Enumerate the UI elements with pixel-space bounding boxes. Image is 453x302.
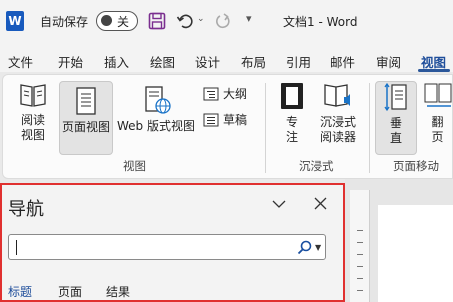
nav-search-input[interactable]: ▼ bbox=[8, 234, 326, 260]
tab-file[interactable]: 文件 bbox=[8, 52, 33, 71]
side-to-side-label-1: 翻 bbox=[431, 115, 444, 129]
ruler-tick bbox=[357, 254, 363, 255]
web-layout-button[interactable]: Web 版式视图 bbox=[115, 81, 197, 155]
read-mode-button[interactable]: 阅读 视图 bbox=[9, 81, 57, 155]
tab-references[interactable]: 引用 bbox=[286, 52, 311, 71]
focus-icon bbox=[281, 83, 303, 109]
close-icon[interactable] bbox=[314, 197, 327, 210]
immersive-reader-label-2: 阅读器 bbox=[319, 130, 356, 144]
focus-label-1: 专 bbox=[285, 115, 298, 129]
immersive-reader-icon bbox=[324, 84, 350, 107]
tab-draw[interactable]: 绘图 bbox=[150, 52, 175, 71]
tab-design[interactable]: 设计 bbox=[195, 52, 220, 71]
outline-icon bbox=[203, 87, 219, 100]
web-layout-label: Web 版式视图 bbox=[117, 119, 195, 133]
autosave-toggle[interactable]: 关 bbox=[96, 11, 138, 31]
ruler-tick bbox=[357, 266, 363, 267]
text-caret bbox=[16, 240, 17, 255]
save-icon[interactable] bbox=[148, 12, 166, 30]
focus-label-2: 注 bbox=[285, 130, 298, 144]
tab-home[interactable]: 开始 bbox=[58, 52, 83, 71]
print-layout-button[interactable]: 页面视图 bbox=[59, 81, 113, 155]
chevron-down-icon[interactable] bbox=[272, 197, 286, 211]
immersive-reader-button[interactable]: 沉浸式 阅读器 bbox=[313, 81, 363, 155]
immersive-group-label: 沉浸式 bbox=[299, 159, 334, 173]
tab-layout[interactable]: 布局 bbox=[241, 52, 266, 71]
page-movement-group-label: 页面移动 bbox=[393, 159, 439, 173]
read-mode-label-1: 阅读 bbox=[20, 113, 45, 127]
web-page-icon bbox=[145, 86, 171, 114]
ribbon: 阅读 视图 页面视图 Web 版式视图 大纲 草稿 视图 专 注 沉浸式 阅读器… bbox=[2, 74, 453, 179]
search-options-dropdown-icon[interactable]: ▼ bbox=[315, 243, 321, 252]
book-icon bbox=[20, 84, 46, 107]
outline-label: 大纲 bbox=[223, 87, 248, 101]
immersive-reader-label-1: 沉浸式 bbox=[319, 115, 356, 129]
vertical-label-2: 直 bbox=[389, 131, 402, 145]
tab-review[interactable]: 审阅 bbox=[376, 52, 401, 71]
focus-button[interactable]: 专 注 bbox=[273, 81, 311, 155]
group-separator bbox=[369, 83, 370, 173]
tab-mailings[interactable]: 邮件 bbox=[330, 52, 355, 71]
draft-button[interactable]: 草稿 bbox=[203, 111, 247, 128]
ruler-tick bbox=[357, 242, 363, 243]
toggle-knob bbox=[101, 15, 112, 26]
side-to-side-label-2: 页 bbox=[431, 130, 444, 144]
page-icon bbox=[76, 87, 96, 115]
ribbon-tabs: 文件 开始 插入 绘图 设计 布局 引用 邮件 审阅 视图 bbox=[0, 42, 453, 72]
ruler-tick bbox=[357, 278, 363, 279]
ruler-tick bbox=[357, 290, 363, 291]
document-title: 文档1 - Word bbox=[283, 15, 358, 29]
vertical-label-1: 垂 bbox=[389, 116, 402, 130]
outline-button[interactable]: 大纲 bbox=[203, 85, 247, 102]
navigation-pane: 导航 ▼ 标题 页面 结果 bbox=[0, 183, 345, 302]
draft-icon bbox=[203, 113, 219, 126]
vertical-ruler bbox=[350, 190, 370, 302]
vertical-button[interactable]: 垂 直 bbox=[375, 81, 417, 155]
undo-dropdown-icon[interactable]: ⌄ bbox=[197, 14, 205, 24]
nav-tab-pages[interactable]: 页面 bbox=[58, 283, 82, 300]
view-group-label: 视图 bbox=[123, 159, 146, 173]
group-separator bbox=[265, 83, 266, 173]
undo-icon[interactable] bbox=[176, 12, 194, 30]
title-bar: W 自动保存 关 ⌄ ▾ 文档1 - Word bbox=[0, 0, 453, 42]
read-mode-label-2: 视图 bbox=[20, 128, 45, 142]
autosave-label: 自动保存 bbox=[40, 15, 89, 29]
tab-insert[interactable]: 插入 bbox=[104, 52, 129, 71]
nav-tab-results[interactable]: 结果 bbox=[106, 283, 130, 300]
nav-pane-title: 导航 bbox=[8, 199, 44, 220]
side-to-side-button[interactable]: 翻 页 bbox=[421, 81, 453, 155]
ruler-tick bbox=[357, 230, 363, 231]
search-icon[interactable] bbox=[297, 240, 312, 255]
document-page[interactable] bbox=[378, 205, 453, 302]
autosave-state: 关 bbox=[117, 15, 130, 29]
vertical-scroll-icon bbox=[384, 82, 407, 112]
draft-label: 草稿 bbox=[223, 113, 248, 127]
active-tab-indicator bbox=[418, 69, 450, 72]
customize-quick-access-icon[interactable]: ▾ bbox=[246, 12, 252, 25]
word-logo: W bbox=[6, 11, 24, 31]
redo-icon[interactable] bbox=[214, 12, 232, 30]
side-to-side-icon bbox=[424, 83, 452, 107]
nav-tab-headings[interactable]: 标题 bbox=[8, 283, 32, 300]
print-layout-label: 页面视图 bbox=[61, 120, 110, 134]
